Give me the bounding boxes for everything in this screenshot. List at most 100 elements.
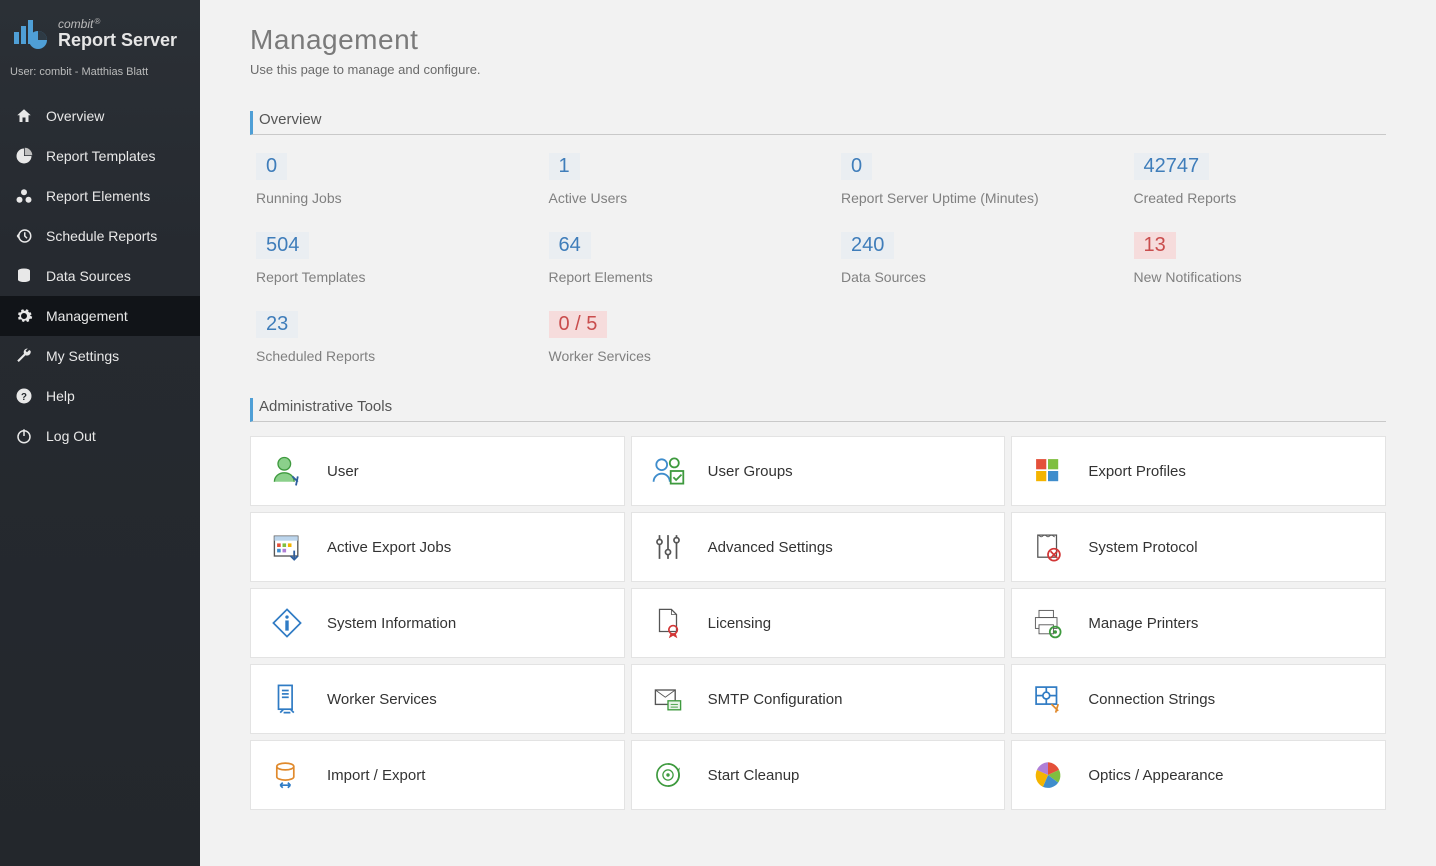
stat-running-jobs[interactable]: 0 Running Jobs [256,153,509,206]
tool-import-export[interactable]: Import / Export [250,740,625,810]
nav-log-out[interactable]: Log Out [0,416,200,456]
stat-scheduled-reports[interactable]: 23 Scheduled Reports [256,311,509,364]
printer-icon [1028,603,1068,643]
protocol-icon [1028,527,1068,567]
stat-label: Report Templates [256,269,509,285]
nav-label: Log Out [46,428,96,444]
nav-report-templates[interactable]: Report Templates [0,136,200,176]
tool-label: Manage Printers [1088,615,1198,632]
stat-value: 0 [256,153,287,180]
stat-value: 13 [1134,232,1176,259]
molecule-icon [14,186,34,206]
import-export-icon [267,755,307,795]
tool-label: System Information [327,615,456,632]
stat-label: Worker Services [549,348,802,364]
stat-report-templates[interactable]: 504 Report Templates [256,232,509,285]
tool-label: Connection Strings [1088,691,1215,708]
stat-label: Report Elements [549,269,802,285]
stat-created-reports[interactable]: 42747 Created Reports [1134,153,1387,206]
user-group-icon [648,451,688,491]
nav-management[interactable]: Management [0,296,200,336]
tools-grid: User User Groups Export Profiles Active … [250,436,1386,810]
brand-logo-icon [10,14,50,54]
stat-value: 0 [841,153,872,180]
tiles-icon [1028,451,1068,491]
stat-label: Active Users [549,190,802,206]
tool-system-protocol[interactable]: System Protocol [1011,512,1386,582]
tool-label: Active Export Jobs [327,539,451,556]
nav-help[interactable]: ? Help [0,376,200,416]
gear-icon [14,306,34,326]
tool-worker-services[interactable]: Worker Services [250,664,625,734]
svg-text:?: ? [21,392,27,403]
stat-value: 42747 [1134,153,1210,180]
stat-value: 504 [256,232,309,259]
tool-licensing[interactable]: Licensing [631,588,1006,658]
wrench-icon [14,346,34,366]
overview-heading: Overview [250,111,1386,135]
pie-icon [14,146,34,166]
tool-export-profiles[interactable]: Export Profiles [1011,436,1386,506]
nav-label: Report Elements [46,188,150,204]
tool-optics-appearance[interactable]: Optics / Appearance [1011,740,1386,810]
tool-system-information[interactable]: System Information [250,588,625,658]
stat-label: Scheduled Reports [256,348,509,364]
nav-label: Schedule Reports [46,228,157,244]
tool-label: Advanced Settings [708,539,833,556]
overview-section: Overview 0 Running Jobs 1 Active Users 0… [250,111,1386,364]
primary-nav: Overview Report Templates Report Element… [0,96,200,456]
stat-label: Created Reports [1134,190,1387,206]
tools-section: Administrative Tools User User Groups Ex… [250,398,1386,810]
page-subtitle: Use this page to manage and configure. [250,62,1386,77]
license-icon [648,603,688,643]
stat-uptime[interactable]: 0 Report Server Uptime (Minutes) [841,153,1094,206]
tool-start-cleanup[interactable]: Start Cleanup [631,740,1006,810]
stat-value: 240 [841,232,894,259]
tool-user[interactable]: User [250,436,625,506]
nav-report-elements[interactable]: Report Elements [0,176,200,216]
stat-worker-services[interactable]: 0 / 5 Worker Services [549,311,802,364]
smtp-icon [648,679,688,719]
history-icon [14,226,34,246]
tool-label: Export Profiles [1088,463,1186,480]
stat-data-sources[interactable]: 240 Data Sources [841,232,1094,285]
database-icon [14,266,34,286]
stat-label: New Notifications [1134,269,1387,285]
nav-label: Data Sources [46,268,131,284]
tool-label: Worker Services [327,691,437,708]
appearance-icon [1028,755,1068,795]
stat-value: 1 [549,153,580,180]
stat-active-users[interactable]: 1 Active Users [549,153,802,206]
nav-label: My Settings [46,348,119,364]
tool-user-groups[interactable]: User Groups [631,436,1006,506]
power-icon [14,426,34,446]
current-user-label: User: combit - Matthias Blatt [0,58,200,92]
stat-value: 23 [256,311,298,338]
tool-manage-printers[interactable]: Manage Printers [1011,588,1386,658]
tool-connection-strings[interactable]: Connection Strings [1011,664,1386,734]
tool-label: User [327,463,359,480]
tool-advanced-settings[interactable]: Advanced Settings [631,512,1006,582]
stat-new-notifications[interactable]: 13 New Notifications [1134,232,1387,285]
tool-label: SMTP Configuration [708,691,843,708]
info-icon [267,603,307,643]
nav-overview[interactable]: Overview [0,96,200,136]
stat-report-elements[interactable]: 64 Report Elements [549,232,802,285]
nav-my-settings[interactable]: My Settings [0,336,200,376]
stat-label: Running Jobs [256,190,509,206]
tool-label: System Protocol [1088,539,1197,556]
nav-data-sources[interactable]: Data Sources [0,256,200,296]
cleanup-icon [648,755,688,795]
main-content: Management Use this page to manage and c… [200,0,1436,866]
tool-label: Import / Export [327,767,425,784]
tool-label: User Groups [708,463,793,480]
sliders-icon [648,527,688,567]
stat-label: Data Sources [841,269,1094,285]
tool-smtp-configuration[interactable]: SMTP Configuration [631,664,1006,734]
brand-company: combit [58,18,177,31]
nav-label: Management [46,308,128,324]
home-icon [14,106,34,126]
stats-grid: 0 Running Jobs 1 Active Users 0 Report S… [250,153,1386,364]
nav-schedule-reports[interactable]: Schedule Reports [0,216,200,256]
tool-active-export-jobs[interactable]: Active Export Jobs [250,512,625,582]
